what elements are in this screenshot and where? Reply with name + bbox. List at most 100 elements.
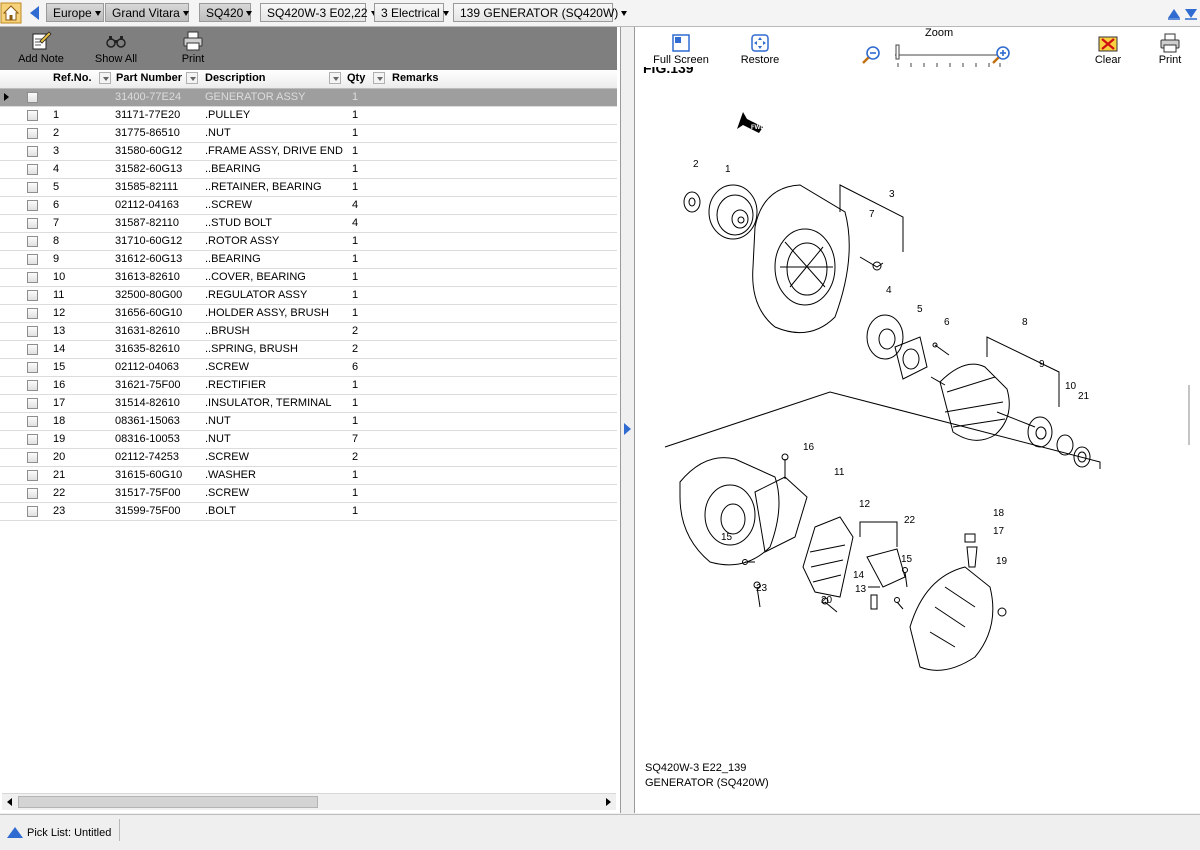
row-checkbox[interactable] <box>27 218 38 229</box>
pane-splitter[interactable] <box>621 27 633 813</box>
scroll-thumb[interactable] <box>18 796 318 808</box>
row-checkbox[interactable] <box>27 254 38 265</box>
table-row[interactable]: 1 31171-77E20 .PULLEY 1 <box>0 107 617 125</box>
breadcrumb-variant[interactable]: SQ420W-3 E02,22 <box>260 3 377 22</box>
row-checkbox[interactable] <box>27 380 38 391</box>
zoom-out-icon[interactable] <box>861 44 883 66</box>
table-row[interactable]: 9 31612-60G13 ..BEARING 1 <box>0 251 617 269</box>
row-checkbox[interactable] <box>27 182 38 193</box>
callout-21[interactable]: 21 <box>1078 391 1090 402</box>
callout-6[interactable]: 6 <box>944 317 950 328</box>
table-row[interactable]: 11 32500-80G00 .REGULATOR ASSY 1 <box>0 287 617 305</box>
callout-18[interactable]: 18 <box>993 508 1005 519</box>
table-row[interactable]: 10 31613-82610 ..COVER, BEARING 1 <box>0 269 617 287</box>
col-header-remarks[interactable]: Remarks <box>392 72 438 84</box>
expand-right-icon[interactable] <box>624 423 631 435</box>
table-row[interactable]: 16 31621-75F00 .RECTIFIER 1 <box>0 377 617 395</box>
row-checkbox[interactable] <box>27 290 38 301</box>
horizontal-scrollbar[interactable] <box>2 793 616 810</box>
callout-15-a[interactable]: 15 <box>721 532 733 543</box>
callout-3[interactable]: 3 <box>889 189 895 200</box>
table-row[interactable]: 18 08361-15063 .NUT 1 <box>0 413 617 431</box>
callout-7[interactable]: 7 <box>869 209 875 220</box>
callout-15-b[interactable]: 15 <box>901 554 913 565</box>
row-checkbox[interactable] <box>27 92 38 103</box>
callout-12[interactable]: 12 <box>859 499 871 510</box>
callout-2[interactable]: 2 <box>693 159 699 170</box>
row-checkbox[interactable] <box>27 308 38 319</box>
restore-button[interactable]: Restore <box>735 33 785 66</box>
table-row[interactable]: 15 02112-04063 .SCREW 6 <box>0 359 617 377</box>
filter-ref-button[interactable] <box>99 72 111 84</box>
callout-5[interactable]: 5 <box>917 304 923 315</box>
row-checkbox[interactable] <box>27 362 38 373</box>
pick-list-status[interactable]: Pick List: Untitled <box>6 825 111 839</box>
full-screen-button[interactable]: Full Screen <box>651 33 711 66</box>
col-header-qty[interactable]: Qty <box>347 72 365 84</box>
row-checkbox[interactable] <box>27 416 38 427</box>
show-all-button[interactable]: Show All <box>92 31 140 65</box>
row-checkbox[interactable] <box>27 128 38 139</box>
back-button[interactable] <box>26 2 44 24</box>
col-header-part-number[interactable]: Part Number <box>116 72 182 84</box>
callout-14[interactable]: 14 <box>853 570 865 581</box>
print-list-button[interactable]: Print <box>175 31 211 65</box>
row-checkbox[interactable] <box>27 488 38 499</box>
col-header-ref[interactable]: Ref.No. <box>53 72 92 84</box>
scroll-down-icon[interactable] <box>1184 6 1198 20</box>
table-row[interactable]: 31400-77E24 GENERATOR ASSY 1 <box>0 89 617 107</box>
callout-13[interactable]: 13 <box>855 584 867 595</box>
callout-23[interactable]: 23 <box>756 583 768 594</box>
table-row[interactable]: 3 31580-60G12 .FRAME ASSY, DRIVE END 1 <box>0 143 617 161</box>
callout-20[interactable]: 20 <box>821 595 833 606</box>
add-note-button[interactable]: Add Note <box>18 31 64 65</box>
col-header-description[interactable]: Description <box>205 72 266 84</box>
callout-10[interactable]: 10 <box>1065 381 1077 392</box>
breadcrumb-model[interactable]: Grand Vitara <box>105 3 189 22</box>
row-checkbox[interactable] <box>27 452 38 463</box>
row-checkbox[interactable] <box>27 326 38 337</box>
breadcrumb-figure[interactable]: 139 GENERATOR (SQ420W) <box>453 3 628 22</box>
table-row[interactable]: 6 02112-04163 ..SCREW 4 <box>0 197 617 215</box>
table-row[interactable]: 23 31599-75F00 .BOLT 1 <box>0 503 617 521</box>
callout-17[interactable]: 17 <box>993 526 1005 537</box>
row-checkbox[interactable] <box>27 434 38 445</box>
clear-button[interactable]: Clear <box>1090 33 1126 66</box>
filter-part-number-button[interactable] <box>186 72 198 84</box>
table-row[interactable]: 19 08316-10053 .NUT 7 <box>0 431 617 449</box>
row-checkbox[interactable] <box>27 146 38 157</box>
row-checkbox[interactable] <box>27 272 38 283</box>
callout-4[interactable]: 4 <box>886 285 892 296</box>
vertical-scroll-indicator[interactable] <box>1184 385 1194 445</box>
zoom-in-icon[interactable] <box>991 44 1013 66</box>
row-checkbox[interactable] <box>27 236 38 247</box>
scroll-up-icon[interactable] <box>1167 6 1181 20</box>
table-row[interactable]: 21 31615-60G10 .WASHER 1 <box>0 467 617 485</box>
table-row[interactable]: 12 31656-60G10 .HOLDER ASSY, BRUSH 1 <box>0 305 617 323</box>
callout-1[interactable]: 1 <box>725 164 731 175</box>
table-row[interactable]: 22 31517-75F00 .SCREW 1 <box>0 485 617 503</box>
table-row[interactable]: 20 02112-74253 .SCREW 2 <box>0 449 617 467</box>
scroll-right-icon[interactable] <box>606 798 611 806</box>
row-checkbox[interactable] <box>27 164 38 175</box>
row-checkbox[interactable] <box>27 110 38 121</box>
row-checkbox[interactable] <box>27 506 38 517</box>
callout-22[interactable]: 22 <box>904 515 916 526</box>
row-checkbox[interactable] <box>27 200 38 211</box>
breadcrumb-type[interactable]: SQ420 <box>199 3 253 22</box>
print-illustration-button[interactable]: Print <box>1153 33 1187 66</box>
filter-qty-button[interactable] <box>373 72 385 84</box>
generator-exploded-diagram[interactable]: FIG.139 FWD 1 2 3 4 5 6 7 8 9 10 11 12 1… <box>635 67 1195 767</box>
filter-description-button[interactable] <box>329 72 341 84</box>
breadcrumb-group[interactable]: 3 Electrical <box>374 3 449 22</box>
row-checkbox[interactable] <box>27 398 38 409</box>
table-row[interactable]: 2 31775-86510 .NUT 1 <box>0 125 617 143</box>
table-row[interactable]: 14 31635-82610 ..SPRING, BRUSH 2 <box>0 341 617 359</box>
table-row[interactable]: 17 31514-82610 .INSULATOR, TERMINAL 1 <box>0 395 617 413</box>
table-row[interactable]: 4 31582-60G13 ..BEARING 1 <box>0 161 617 179</box>
table-row[interactable]: 13 31631-82610 ..BRUSH 2 <box>0 323 617 341</box>
callout-16[interactable]: 16 <box>803 442 815 453</box>
home-button[interactable] <box>0 2 22 24</box>
callout-11[interactable]: 11 <box>834 467 845 478</box>
callout-8[interactable]: 8 <box>1022 317 1028 328</box>
